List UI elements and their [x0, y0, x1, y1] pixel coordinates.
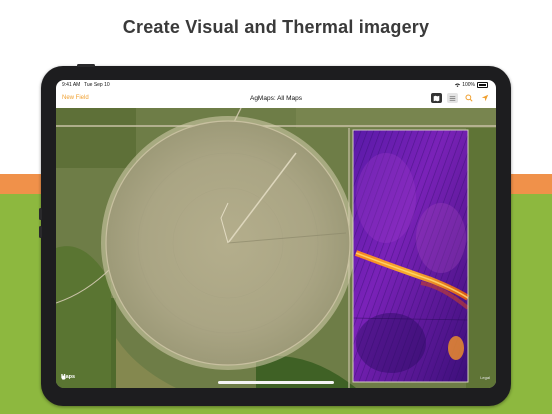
battery-percent: 100% [462, 82, 475, 88]
nav-bar: New Field AgMaps: All Maps [56, 90, 496, 109]
power-button [77, 64, 95, 67]
volume-button [39, 226, 42, 238]
status-date: Tue Sep 10 [84, 82, 110, 88]
headline: Create Visual and Thermal imagery [122, 17, 430, 37]
legal-link[interactable]: Legal [480, 375, 490, 380]
status-time: 9:41 AM [62, 82, 81, 88]
status-bar: 9:41 AM Tue Sep 10 100% [56, 80, 496, 90]
volume-button [39, 208, 42, 220]
map-icon[interactable] [431, 93, 442, 103]
map-view[interactable]: Maps Legal [56, 108, 496, 388]
battery-icon [477, 82, 488, 88]
location-arrow-icon[interactable] [479, 93, 490, 103]
wifi-icon [455, 83, 461, 87]
screen: 9:41 AM Tue Sep 10 100% New Field AgMaps… [56, 80, 496, 388]
tablet-frame: 9:41 AM Tue Sep 10 100% New Field AgMaps… [39, 64, 511, 406]
satellite-map [56, 108, 496, 388]
nav-title: AgMaps: All Maps [249, 95, 303, 102]
status-right: 100% [455, 82, 488, 88]
maps-brand: Maps [61, 374, 75, 380]
search-icon[interactable] [463, 93, 474, 103]
apple-logo-icon [61, 374, 66, 380]
nav-icons [431, 93, 490, 103]
list-icon[interactable] [447, 93, 458, 103]
home-indicator [218, 381, 334, 384]
